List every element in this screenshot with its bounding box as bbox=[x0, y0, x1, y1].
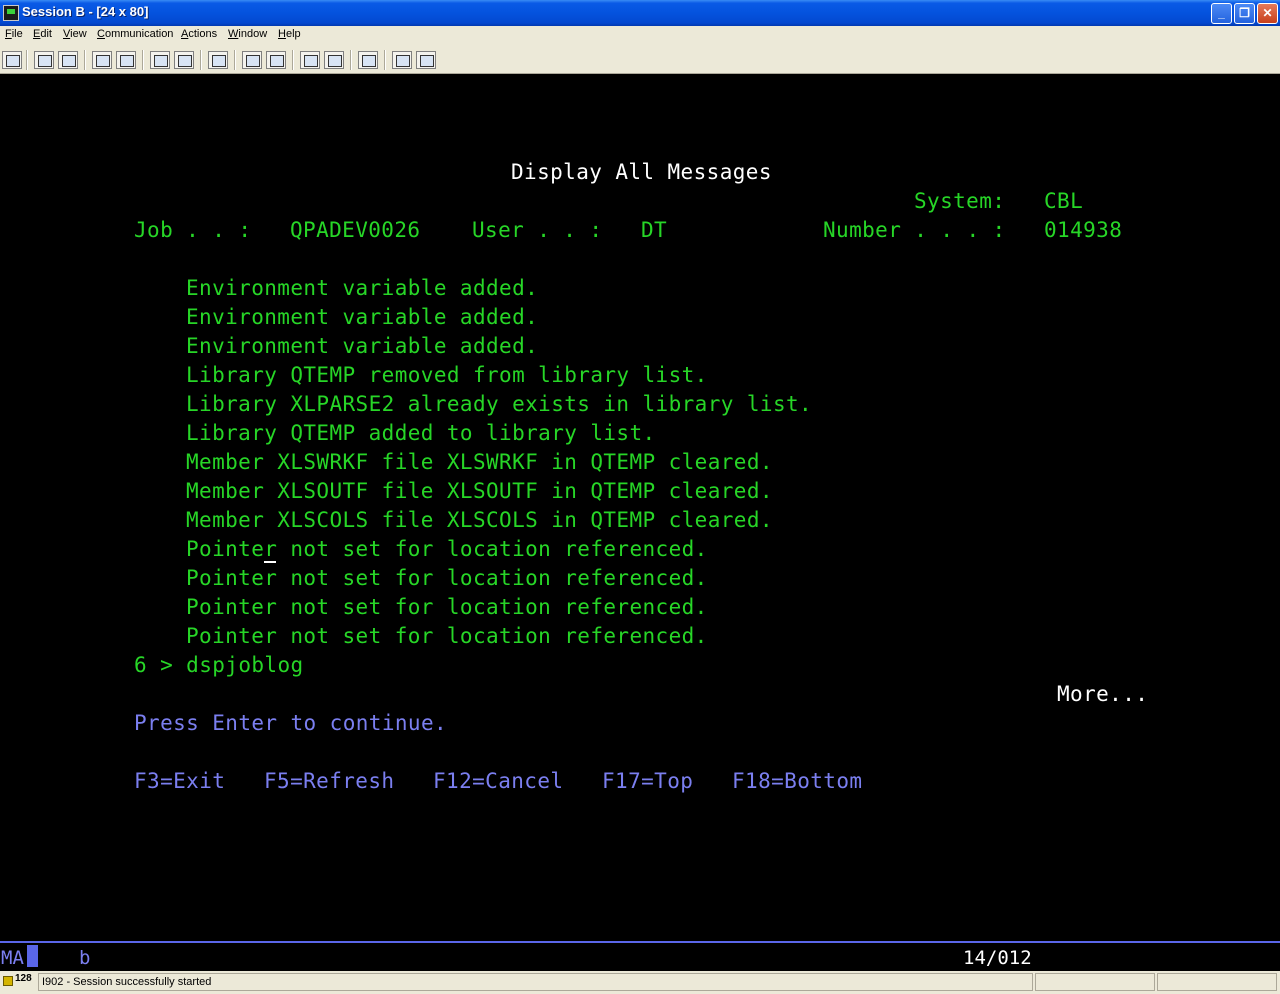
status-panel bbox=[1035, 973, 1155, 991]
status-panel bbox=[1157, 973, 1277, 991]
macro-play-icon[interactable] bbox=[242, 51, 262, 69]
message-line[interactable]: Environment variable added. bbox=[186, 335, 538, 357]
receive-file-icon[interactable] bbox=[116, 51, 136, 69]
toolbar-separator bbox=[384, 50, 386, 70]
clipboard-icon[interactable] bbox=[358, 51, 378, 69]
cursor-position: 14/012 bbox=[963, 947, 1032, 969]
f12-cancel-key[interactable]: F12=Cancel bbox=[433, 770, 563, 792]
reconnect-icon[interactable] bbox=[324, 51, 344, 69]
f18-bottom-key[interactable]: F18=Bottom bbox=[732, 770, 862, 792]
message-line[interactable]: Member XLSCOLS file XLSCOLS in QTEMP cle… bbox=[186, 509, 773, 531]
keyboard-indicator: b bbox=[79, 947, 91, 969]
menu-actions[interactable]: Actions bbox=[181, 28, 217, 40]
job-value: QPADEV0026 bbox=[290, 218, 421, 242]
f3-exit-key[interactable]: F3=Exit bbox=[134, 770, 225, 792]
menu-bar: File Edit View Communication Actions Win… bbox=[0, 26, 1280, 46]
record-macro-icon[interactable] bbox=[208, 51, 228, 69]
run-icon[interactable] bbox=[300, 51, 320, 69]
paste-icon[interactable] bbox=[58, 51, 78, 69]
message-line[interactable]: Member XLSWRKF file XLSWRKF in QTEMP cle… bbox=[186, 451, 773, 473]
menu-file[interactable]: File bbox=[5, 28, 23, 40]
more-indicator: More... bbox=[1057, 682, 1149, 706]
number-value: 014938 bbox=[1044, 218, 1123, 242]
command-line[interactable]: 6 > dspjoblog bbox=[134, 654, 304, 676]
toolbar-separator bbox=[142, 50, 144, 70]
menu-help[interactable]: Help bbox=[278, 28, 301, 40]
system-value: CBL bbox=[1044, 189, 1084, 213]
menu-communication[interactable]: Communication bbox=[97, 28, 173, 40]
text-cursor bbox=[264, 561, 276, 563]
toolbar bbox=[0, 46, 1280, 74]
keypad-icon[interactable] bbox=[174, 51, 194, 69]
f17-top-key[interactable]: F17=Top bbox=[602, 770, 693, 792]
ma-indicator: MA bbox=[1, 947, 24, 969]
message-line[interactable]: Pointer not set for location referenced. bbox=[186, 538, 708, 560]
minimize-button[interactable]: _ bbox=[1211, 3, 1232, 24]
lock-icon bbox=[3, 976, 13, 986]
system-label: System: bbox=[914, 189, 1006, 213]
toolbar-separator bbox=[234, 50, 236, 70]
status-bar: 128 I902 - Session successfully started bbox=[0, 971, 1280, 994]
restore-button[interactable]: ❐ bbox=[1234, 3, 1255, 24]
message-line[interactable]: Library XLPARSE2 already exists in libra… bbox=[186, 393, 812, 415]
status-message: I902 - Session successfully started bbox=[38, 973, 1033, 991]
help-icon[interactable] bbox=[416, 51, 436, 69]
job-label: Job . . : bbox=[134, 218, 252, 242]
f5-refresh-key[interactable]: F5=Refresh bbox=[264, 770, 394, 792]
menu-window[interactable]: Window bbox=[228, 28, 267, 40]
toolbar-separator bbox=[350, 50, 352, 70]
terminal-screen[interactable]: Display All Messages System: CBL Job . .… bbox=[0, 75, 1280, 941]
toolbar-separator bbox=[200, 50, 202, 70]
send-file-icon[interactable] bbox=[92, 51, 112, 69]
toolbar-separator bbox=[84, 50, 86, 70]
message-line[interactable]: Environment variable added. bbox=[186, 306, 538, 328]
message-line[interactable]: Pointer not set for location referenced. bbox=[186, 625, 708, 647]
message-line[interactable]: Member XLSOUTF file XLSOUTF in QTEMP cle… bbox=[186, 480, 773, 502]
copy-icon[interactable] bbox=[34, 51, 54, 69]
display-icon[interactable] bbox=[150, 51, 170, 69]
message-line[interactable]: Environment variable added. bbox=[186, 277, 538, 299]
status-count: 128 bbox=[15, 973, 32, 984]
number-label: Number . . . : bbox=[823, 218, 1006, 242]
menu-edit[interactable]: Edit bbox=[33, 28, 52, 40]
oia-cursor-block bbox=[27, 945, 38, 967]
print-screen-icon[interactable] bbox=[2, 51, 22, 69]
message-line[interactable]: Library QTEMP added to library list. bbox=[186, 422, 656, 444]
instruction-text: Press Enter to continue. bbox=[134, 711, 448, 735]
window-title: Session B - [24 x 80] bbox=[22, 4, 149, 19]
globe-icon[interactable] bbox=[392, 51, 412, 69]
message-line[interactable]: Library QTEMP removed from library list. bbox=[186, 364, 708, 386]
message-line[interactable]: Pointer not set for location referenced. bbox=[186, 567, 708, 589]
close-button[interactable]: ✕ bbox=[1257, 3, 1278, 24]
toolbar-separator bbox=[292, 50, 294, 70]
message-line[interactable]: Pointer not set for location referenced. bbox=[186, 596, 708, 618]
menu-view[interactable]: View bbox=[63, 28, 87, 40]
user-label: User . . : bbox=[472, 218, 603, 242]
screen-title: Display All Messages bbox=[511, 160, 772, 184]
title-bar[interactable]: Session B - [24 x 80] _ ❐ ✕ bbox=[0, 0, 1280, 26]
user-value: DT bbox=[641, 218, 668, 242]
operator-info-area: MA b 14/012 bbox=[0, 941, 1280, 971]
toolbar-separator bbox=[26, 50, 28, 70]
macro-stop-icon[interactable] bbox=[266, 51, 286, 69]
terminal-app-icon[interactable] bbox=[3, 5, 19, 21]
